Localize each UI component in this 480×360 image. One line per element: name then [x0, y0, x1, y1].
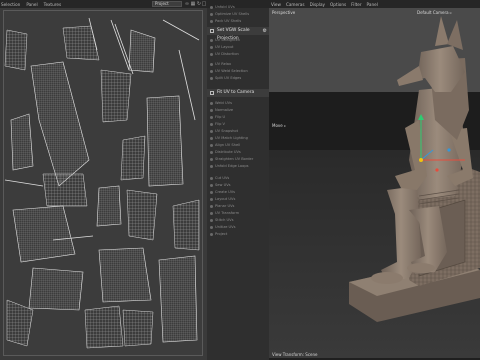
palette-item[interactable]: Planar UVs — [207, 203, 269, 210]
camera-label[interactable]: Default Camera ▹ — [417, 10, 452, 15]
uv-layout-drawing — [3, 10, 203, 356]
uv-project-dropdown[interactable]: Project — [152, 1, 182, 7]
uv-menu-panel[interactable]: Panel — [26, 2, 37, 7]
uv-project-value: Project — [155, 1, 169, 6]
palette-item[interactable]: Layout UVs — [207, 196, 269, 203]
anubis-statue-model[interactable] — [269, 0, 480, 360]
uv-editor-panel: Selection Panel Textures Project ∞ ▦ ↻ □ — [0, 0, 207, 360]
palette-item[interactable]: Split UV Edges — [207, 75, 269, 82]
palette-item[interactable]: Distribute UVs — [207, 149, 269, 156]
palette-item[interactable]: Stitch UVs — [207, 217, 269, 224]
3d-viewport[interactable]: View Cameras Display Options Filter Pane… — [269, 0, 480, 360]
viewport-menubar: View Cameras Display Options Filter Pane… — [269, 0, 480, 8]
palette-item[interactable]: UV Match Lighting — [207, 135, 269, 142]
vp-menu-cameras[interactable]: Cameras — [286, 2, 305, 7]
palette-item[interactable]: UV Snapshot — [207, 128, 269, 135]
palette-item[interactable]: Unfold Edge Loops — [207, 163, 269, 170]
set-projection-button[interactable]: Set VGW Scale Projection ⚙ — [207, 27, 269, 41]
vp-menu-view[interactable]: View — [271, 2, 281, 7]
checkbox-icon — [210, 91, 214, 95]
palette-item[interactable]: Flip U — [207, 114, 269, 121]
perspective-label[interactable]: Perspective — [272, 10, 295, 15]
palette-item[interactable]: UV Relax — [207, 61, 269, 68]
palette-item[interactable]: UV Straighten — [207, 37, 269, 44]
palette-item[interactable]: Unfold UVs — [207, 4, 269, 11]
palette-item[interactable]: Straighten UV Border — [207, 156, 269, 163]
palette-item[interactable]: Flip V — [207, 121, 269, 128]
application-window: Selection Panel Textures Project ∞ ▦ ↻ □ — [0, 0, 480, 360]
palette-item[interactable]: Pack UV Shells — [207, 18, 269, 25]
uv-menu-textures[interactable]: Textures — [44, 2, 62, 7]
checkbox-icon — [210, 29, 214, 33]
uv-canvas[interactable] — [3, 10, 203, 356]
uv-toolkit-palette: Unfold UVs Optimize UV Shells Pack UV Sh… — [207, 0, 269, 360]
palette-item[interactable]: Project — [207, 231, 269, 238]
palette-item[interactable]: Optimize UV Shells — [207, 11, 269, 18]
palette-item[interactable]: Align UV Shell — [207, 142, 269, 149]
palette-item[interactable]: UV Transform — [207, 210, 269, 217]
palette-item[interactable]: Weld UVs — [207, 100, 269, 107]
palette-item[interactable]: Cut UVs — [207, 175, 269, 182]
vp-menu-display[interactable]: Display — [310, 2, 325, 7]
palette-item[interactable]: UV Distortion — [207, 51, 269, 58]
vp-menu-filter[interactable]: Filter — [351, 2, 361, 7]
palette-item[interactable]: Sew UVs — [207, 182, 269, 189]
view-transform-status: View Transform: Scene — [272, 352, 318, 357]
gear-icon[interactable]: ⚙ — [263, 27, 267, 35]
palette-item[interactable]: UV Weld Selection — [207, 68, 269, 75]
vp-menu-panel[interactable]: Panel — [367, 2, 378, 7]
fit-uv-camera-button[interactable]: Fit UV to Camera — [207, 89, 269, 97]
vp-menu-options[interactable]: Options — [330, 2, 346, 7]
uv-menu-selection[interactable]: Selection — [1, 2, 20, 7]
palette-item[interactable]: Create UVs — [207, 189, 269, 196]
palette-item[interactable]: Unitize UVs — [207, 224, 269, 231]
palette-item[interactable]: UV Layout — [207, 44, 269, 51]
palette-item[interactable]: Normalize — [207, 107, 269, 114]
move-tool-label[interactable]: Move ▹ — [272, 123, 286, 128]
